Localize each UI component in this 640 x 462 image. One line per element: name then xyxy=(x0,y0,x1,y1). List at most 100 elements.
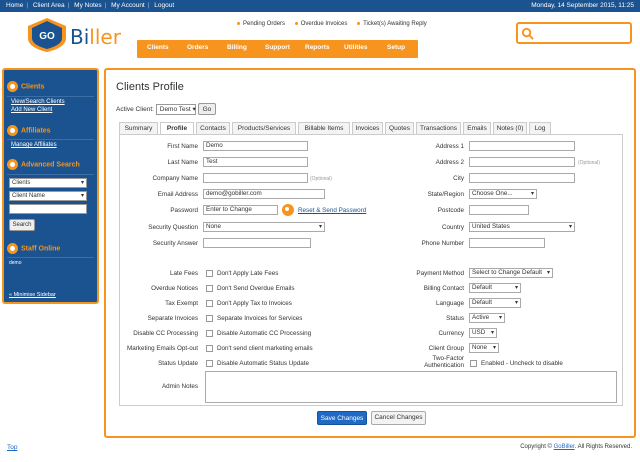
pending-orders-notice[interactable]: Pending Orders xyxy=(237,21,285,27)
search-heading-icon xyxy=(7,159,18,170)
clients-icon xyxy=(7,81,18,92)
tab-billable-items[interactable]: Billable Items xyxy=(298,122,350,134)
security-answer-field[interactable] xyxy=(203,238,311,248)
two-factor-label: Two-Factor Authentication xyxy=(424,355,464,369)
search-type-select[interactable]: Clients xyxy=(9,178,87,188)
marketing-optout-checkbox[interactable] xyxy=(206,345,213,352)
tab-emails[interactable]: Emails xyxy=(463,122,491,134)
current-date: Monday, 14 September 2015, 11:25 xyxy=(531,2,634,9)
two-factor-checkbox[interactable] xyxy=(470,360,477,367)
manage-affiliates-link[interactable]: Manage Affiliates xyxy=(11,142,57,148)
tax-exempt-checkbox[interactable] xyxy=(206,300,213,307)
tab-summary[interactable]: Summary xyxy=(119,122,158,134)
active-client-label: Active Client: xyxy=(116,106,154,113)
sidebar: Clients View/Search Clients Add New Clie… xyxy=(2,68,99,304)
active-client-select[interactable]: Demo Test ▾ xyxy=(155,104,196,115)
address2-field[interactable] xyxy=(469,157,575,167)
company-name-field[interactable] xyxy=(203,173,308,183)
go-button[interactable]: Go xyxy=(197,103,217,115)
billing-contact-label: Billing Contact xyxy=(423,285,464,292)
tab-invoices[interactable]: Invoices xyxy=(352,122,383,134)
two-factor-text: Enabled - Uncheck to disable xyxy=(481,360,563,367)
separate-invoices-checkbox[interactable] xyxy=(206,315,213,322)
sidebar-staff-heading: Staff Online xyxy=(7,243,60,254)
tab-quotes[interactable]: Quotes xyxy=(385,122,414,134)
home-link[interactable]: Home xyxy=(6,2,23,9)
first-name-label: First Name xyxy=(167,143,198,150)
disable-cc-checkbox[interactable] xyxy=(206,330,213,337)
save-changes-button[interactable]: Save Changes xyxy=(317,411,367,425)
add-new-client-link[interactable]: Add New Client xyxy=(11,107,52,113)
copyright-brand-link[interactable]: GoBiller xyxy=(554,444,575,450)
email-field[interactable]: demo@gobiller.com xyxy=(203,189,325,199)
last-name-field[interactable]: Test xyxy=(203,157,308,167)
affiliates-icon xyxy=(7,125,18,136)
staff-icon xyxy=(7,243,18,254)
marketing-optout-text: Don't send client marketing emails xyxy=(217,345,313,352)
logout-link[interactable]: Logout xyxy=(154,2,174,9)
payment-method-label: Payment Method xyxy=(416,270,464,277)
staff-online-list: demo xyxy=(9,260,22,266)
nav-utilities[interactable]: Utilities xyxy=(344,44,367,51)
admin-notes-label: Admin Notes xyxy=(161,383,198,390)
nav-billing[interactable]: Billing xyxy=(227,44,247,51)
phone-field[interactable] xyxy=(469,238,545,248)
status-update-text: Disable Automatic Status Update xyxy=(217,360,310,367)
separate-invoices-text: Separate Invoices for Services xyxy=(217,315,303,322)
main-nav: Clients Orders Billing Support Reports U… xyxy=(137,40,418,58)
address2-optional-note: (Optional) xyxy=(578,160,600,166)
key-icon xyxy=(282,204,294,216)
search-field-select[interactable]: Client Name xyxy=(9,191,87,201)
company-optional-note: (Optional) xyxy=(310,176,332,182)
tab-notes[interactable]: Notes (0) xyxy=(493,122,527,134)
minimise-sidebar-link[interactable]: « Minimise Sidebar xyxy=(9,292,56,298)
language-select[interactable]: Default xyxy=(469,298,521,308)
overdue-invoices-notice[interactable]: Overdue Invoices xyxy=(294,21,347,27)
reset-password-link[interactable]: Reset & Send Password xyxy=(298,207,366,214)
nav-setup[interactable]: Setup xyxy=(387,44,405,51)
marketing-optout-label: Marketing Emails Opt-out xyxy=(126,345,198,352)
currency-select[interactable]: USD xyxy=(469,328,497,338)
security-question-select[interactable]: None xyxy=(203,222,325,232)
tab-transactions[interactable]: Transactions xyxy=(416,122,461,134)
late-fees-checkbox[interactable] xyxy=(206,270,213,277)
client-area-link[interactable]: Client Area xyxy=(33,2,65,9)
nav-orders[interactable]: Orders xyxy=(187,44,208,51)
country-select[interactable]: United States xyxy=(469,222,575,232)
first-name-field[interactable]: Demo xyxy=(203,141,308,151)
nav-support[interactable]: Support xyxy=(265,44,290,51)
sidebar-search-button[interactable]: Search xyxy=(9,219,35,231)
admin-notes-textarea[interactable] xyxy=(205,371,617,403)
header-search[interactable] xyxy=(516,22,632,44)
my-notes-link[interactable]: My Notes xyxy=(74,2,101,9)
overdue-notices-text: Don't Send Overdue Emails xyxy=(217,285,295,292)
sidebar-search-input[interactable] xyxy=(9,204,87,214)
nav-reports[interactable]: Reports xyxy=(305,44,330,51)
city-field[interactable] xyxy=(469,173,575,183)
status-update-checkbox[interactable] xyxy=(206,360,213,367)
nav-clients[interactable]: Clients xyxy=(147,44,169,51)
state-select[interactable]: Choose One... xyxy=(469,189,537,199)
late-fees-text: Don't Apply Late Fees xyxy=(217,270,279,277)
address1-field[interactable] xyxy=(469,141,575,151)
my-account-link[interactable]: My Account xyxy=(111,2,145,9)
status-label: Status xyxy=(446,315,464,322)
billing-contact-select[interactable]: Default xyxy=(469,283,521,293)
top-bar: Home | Client Area | My Notes | My Account |… xyxy=(0,0,640,12)
cancel-changes-button[interactable]: Cancel Changes xyxy=(371,411,426,425)
client-group-select[interactable]: None xyxy=(469,343,499,353)
tax-exempt-label: Tax Exempt xyxy=(165,300,198,307)
postcode-field[interactable] xyxy=(469,205,529,215)
back-to-top-link[interactable]: Top xyxy=(7,444,17,451)
status-select[interactable]: Active xyxy=(469,313,505,323)
view-search-clients-link[interactable]: View/Search Clients xyxy=(11,99,65,105)
tab-log[interactable]: Log xyxy=(529,122,551,134)
tab-products-services[interactable]: Products/Services xyxy=(232,122,296,134)
password-field[interactable]: Enter to Change xyxy=(203,205,278,215)
tickets-notice[interactable]: Ticket(s) Awaiting Reply xyxy=(357,21,427,27)
payment-method-select[interactable]: Select to Change Default xyxy=(469,268,553,278)
company-name-label: Company Name xyxy=(152,175,199,182)
tab-contacts[interactable]: Contacts xyxy=(196,122,230,134)
currency-label: Currency xyxy=(438,330,464,337)
overdue-notices-checkbox[interactable] xyxy=(206,285,213,292)
